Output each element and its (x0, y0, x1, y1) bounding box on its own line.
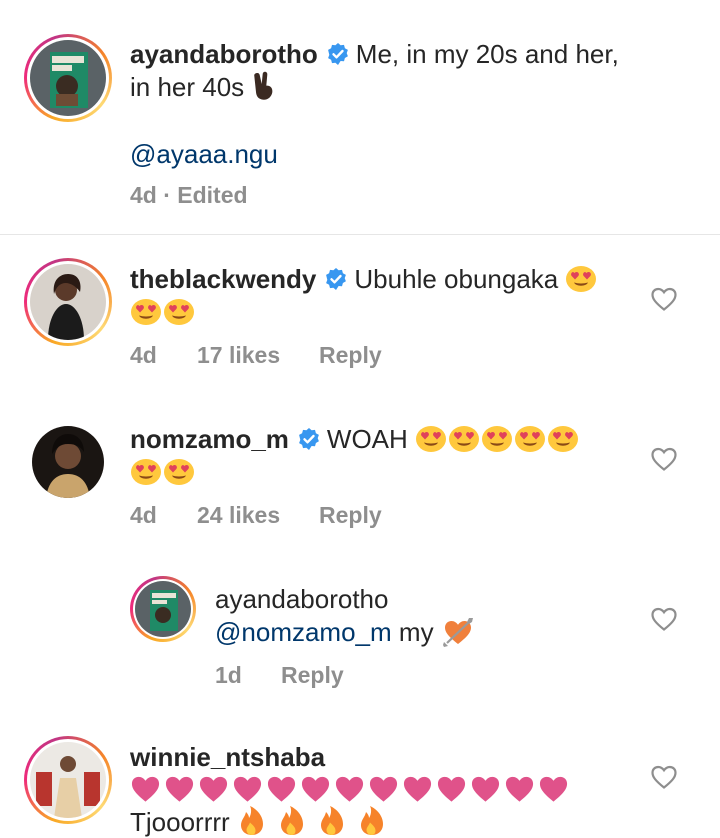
comment-avatar[interactable] (32, 426, 104, 498)
comment-text: Tjooorrrr (130, 807, 230, 837)
heart-eyes-emoji (448, 423, 480, 453)
reply-time: 1d (215, 662, 242, 688)
verified-badge-icon (297, 427, 321, 451)
heart-eyes-emoji (514, 423, 546, 453)
reply-button[interactable]: Reply (281, 662, 344, 689)
comment-avatar (30, 264, 106, 340)
heart-eyes-emoji (481, 423, 513, 453)
caption-username[interactable]: ayandaborotho (130, 39, 318, 69)
reply-button[interactable]: Reply (319, 502, 382, 529)
victory-hand-emoji (254, 71, 273, 100)
caption-avatar (30, 40, 106, 116)
heart-eyes-emoji (547, 423, 579, 453)
comment-username[interactable]: winnie_ntshaba (130, 742, 325, 772)
comment-time: 4d (130, 342, 157, 368)
pink-heart-emoji (164, 774, 195, 804)
caption-text-line2: in her 40s (130, 72, 245, 102)
pink-heart-emoji (300, 774, 331, 804)
pink-heart-emoji (538, 774, 569, 804)
reply-avatar (135, 581, 191, 637)
heart-eyes-emoji (163, 456, 195, 486)
comment-text: WOAH (326, 424, 408, 454)
pink-heart-emoji (334, 774, 365, 804)
pink-heart-emoji (198, 774, 229, 804)
pink-heart-emoji (504, 774, 535, 804)
comment-avatar-ring[interactable] (24, 258, 112, 346)
reply-button[interactable]: Reply (319, 342, 382, 369)
fire-emoji (277, 806, 307, 836)
heart-eyes-emoji (565, 263, 597, 293)
caption-text-line1: Me, in my 20s and her, (355, 39, 619, 69)
heart-eyes-emoji (415, 423, 447, 453)
fire-emoji (357, 806, 387, 836)
comment-text: Ubuhle obungaka (354, 264, 559, 294)
comment-avatar (30, 742, 106, 818)
like-heart-icon[interactable] (650, 605, 678, 633)
caption-avatar-ring[interactable] (24, 34, 112, 122)
caption-divider (0, 234, 720, 235)
reply-text: my (398, 617, 434, 647)
pink-heart-emoji (266, 774, 297, 804)
caption-meta: 4d · Edited (130, 182, 248, 208)
pink-heart-emoji (436, 774, 467, 804)
pink-heart-emoji (402, 774, 433, 804)
reply-username[interactable]: ayandaborotho (215, 584, 388, 614)
verified-badge-icon (326, 42, 350, 66)
pink-heart-emoji (130, 774, 161, 804)
pink-heart-emoji (368, 774, 399, 804)
heart-eyes-emoji (130, 296, 162, 326)
comment-likes[interactable]: 24 likes (197, 502, 280, 529)
like-heart-icon[interactable] (650, 445, 678, 473)
comment-avatar-ring[interactable] (24, 736, 112, 824)
heart-arrow-emoji (442, 618, 473, 647)
caption-mention[interactable]: @ayaaa.ngu (130, 138, 278, 170)
like-heart-icon[interactable] (650, 285, 678, 313)
heart-eyes-emoji (163, 296, 195, 326)
comment-time: 4d (130, 502, 157, 528)
fire-emoji (317, 806, 347, 836)
comment-username[interactable]: nomzamo_m (130, 424, 289, 454)
verified-badge-icon (324, 267, 348, 291)
like-heart-icon[interactable] (650, 763, 678, 791)
comment-username[interactable]: theblackwendy (130, 264, 316, 294)
reply-mention[interactable]: @nomzamo_m (215, 617, 392, 647)
comment-likes[interactable]: 17 likes (197, 342, 280, 369)
reply-avatar-ring[interactable] (130, 576, 196, 642)
pink-heart-emoji (470, 774, 501, 804)
fire-emoji (237, 806, 267, 836)
pink-heart-emoji (232, 774, 263, 804)
heart-eyes-emoji (130, 456, 162, 486)
